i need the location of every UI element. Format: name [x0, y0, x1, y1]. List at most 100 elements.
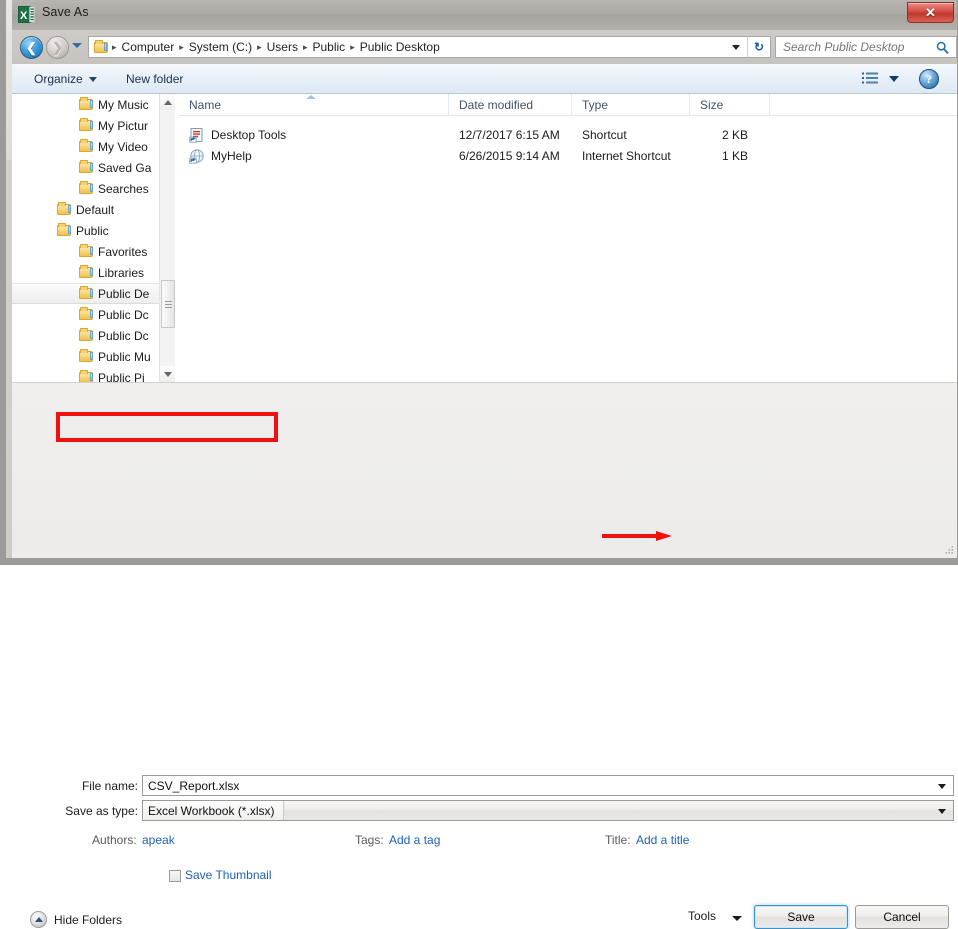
breadcrumb[interactable]: ▸ Computer ▸ System (C:) ▸ Users ▸ Publi… [88, 36, 725, 58]
save-as-type-label: Save as type: [65, 804, 138, 818]
save-thumbnail-label[interactable]: Save Thumbnail [185, 868, 272, 882]
scroll-up-arrow-icon[interactable] [160, 94, 175, 110]
column-header-type[interactable]: Type [572, 93, 690, 116]
tree-item-label: Saved Ga [98, 160, 152, 175]
folder-icon [78, 327, 94, 343]
organize-button[interactable]: Organize [30, 70, 101, 88]
organize-label: Organize [34, 72, 83, 86]
hide-folders-button[interactable]: Hide Folders [30, 911, 122, 928]
tree-item-label: Favorites [98, 244, 148, 259]
cancel-button-label: Cancel [883, 910, 921, 924]
save-thumbnail-checkbox[interactable] [169, 870, 181, 882]
file-list-view[interactable]: Name Date modified Type Size Desktop Tools 1… [179, 93, 957, 382]
tools-button[interactable]: Tools [688, 909, 716, 923]
tree-item-default[interactable]: Default [12, 199, 175, 220]
address-dropdown-button[interactable] [725, 36, 747, 58]
scroll-down-arrow-icon[interactable] [160, 366, 175, 382]
back-button[interactable]: ❮ [20, 36, 43, 59]
breadcrumb-item-system-c[interactable]: System (C:) [185, 40, 256, 54]
chevron-down-icon[interactable] [732, 916, 742, 921]
tree-item-label: Searches [98, 181, 149, 196]
folder-searches-icon [78, 180, 94, 196]
tree-item-label: Public Mu [98, 349, 151, 364]
folder-tree: My Music My Pictur My Video Saved Ga Searche… [12, 94, 175, 382]
tree-item-my-pictur[interactable]: My Pictur [12, 115, 175, 136]
save-button[interactable]: Save [754, 905, 848, 929]
recent-locations-icon[interactable] [72, 43, 82, 48]
chevron-down-icon[interactable] [938, 809, 946, 814]
column-header-size[interactable]: Size [690, 93, 770, 116]
tree-item-my-video[interactable]: My Video [12, 136, 175, 157]
close-button[interactable]: ✕ [907, 2, 954, 23]
folder-icon [78, 306, 94, 322]
column-header-row: Name Date modified Type Size [179, 93, 957, 116]
breadcrumb-item-public-desktop[interactable]: Public Desktop [356, 40, 444, 54]
nav-pane-scrollbar[interactable] [159, 94, 175, 382]
back-arrow-icon: ❮ [26, 40, 37, 55]
forward-button[interactable]: ❯ [46, 36, 69, 59]
file-date-cell: 6/26/2015 9:14 AM [459, 148, 560, 163]
breadcrumb-item-users[interactable]: Users [263, 40, 302, 54]
file-name-input[interactable]: CSV_Report.xlsx [142, 775, 954, 796]
scrollbar-thumb[interactable] [161, 280, 175, 328]
title-add-link[interactable]: Add a title [636, 833, 689, 847]
save-form-panel: File name: CSV_Report.xlsx Save as type:… [12, 382, 957, 929]
tags-label: Tags: [355, 833, 384, 847]
tree-item-label: My Video [98, 139, 148, 154]
tree-item-libraries[interactable]: Libraries [12, 262, 175, 283]
file-row[interactable]: MyHelp 6/26/2015 9:14 AM Internet Shortcut… [179, 145, 957, 166]
breadcrumb-item-computer[interactable]: Computer [118, 40, 179, 54]
window-title: Save As [42, 5, 89, 19]
new-folder-button[interactable]: New folder [122, 70, 187, 88]
refresh-icon: ↻ [753, 40, 765, 54]
tree-item-public-dc[interactable]: Public Dc [12, 325, 175, 346]
cancel-button[interactable]: Cancel [855, 905, 949, 929]
file-name-cell: MyHelp [179, 145, 449, 166]
tree-item-favorites[interactable]: Favorites [12, 241, 175, 262]
tree-item-public-mu[interactable]: Public Mu [12, 346, 175, 367]
tree-item-public-dc[interactable]: Public Dc [12, 304, 175, 325]
column-header-label: Date modified [459, 97, 534, 112]
tree-item-public-pi[interactable]: Public Pi [12, 367, 175, 382]
folder-icon [78, 369, 94, 382]
content-area: My Music My Pictur My Video Saved Ga Searche… [12, 93, 957, 382]
resize-grip-icon[interactable] [943, 544, 955, 556]
folder-icon [78, 264, 94, 280]
tree-item-public[interactable]: Public [12, 220, 175, 241]
breadcrumb-item-public[interactable]: Public [309, 40, 350, 54]
annotation-arrow [602, 531, 674, 541]
column-header-label: Name [189, 97, 222, 112]
column-header-date-modified[interactable]: Date modified [449, 93, 572, 116]
chevron-down-icon[interactable] [889, 76, 899, 82]
tree-item-public-de[interactable]: Public De [12, 283, 175, 304]
file-size-cell: 1 KB [721, 148, 748, 163]
tree-item-my-music[interactable]: My Music [12, 94, 175, 115]
file-row[interactable]: Desktop Tools 12/7/2017 6:15 AM Shortcut 2 … [179, 124, 957, 145]
save-as-dialog-window: X Save As ✕ ❮ ❯ ▸ Computer ▸ System (C:)… [0, 0, 958, 929]
file-type-cell: Internet Shortcut [582, 148, 671, 163]
help-button[interactable]: ? [919, 69, 939, 89]
chevron-down-icon[interactable] [938, 784, 946, 789]
folder-icon [78, 243, 94, 259]
authors-label: Authors: [92, 833, 137, 847]
save-as-type-select[interactable]: Excel Workbook (*.xlsx) [142, 800, 954, 821]
tree-item-searches[interactable]: Searches [12, 178, 175, 199]
refresh-button[interactable]: ↻ [747, 36, 771, 58]
folder-music-icon [78, 96, 94, 112]
tree-item-label: Public Pi [98, 370, 145, 383]
tags-add-link[interactable]: Add a tag [389, 833, 440, 847]
tree-item-label: Libraries [98, 265, 145, 280]
navigation-pane[interactable]: My Music My Pictur My Video Saved Ga Searche… [12, 94, 175, 382]
view-layout-icon[interactable] [862, 72, 879, 86]
tree-item-label: Public Dc [98, 307, 149, 322]
authors-value[interactable]: apeak [142, 833, 175, 847]
folder-saved-games-icon [78, 159, 94, 175]
search-input[interactable] [776, 40, 926, 54]
tools-label: Tools [688, 909, 717, 923]
search-box[interactable] [775, 36, 957, 58]
forward-arrow-icon: ❯ [52, 40, 63, 55]
file-date-cell: 12/7/2017 6:15 AM [459, 127, 560, 142]
title-bar: X Save As ✕ [12, 0, 957, 30]
tree-item-saved-ga[interactable]: Saved Ga [12, 157, 175, 178]
column-header-label: Type [582, 97, 609, 112]
